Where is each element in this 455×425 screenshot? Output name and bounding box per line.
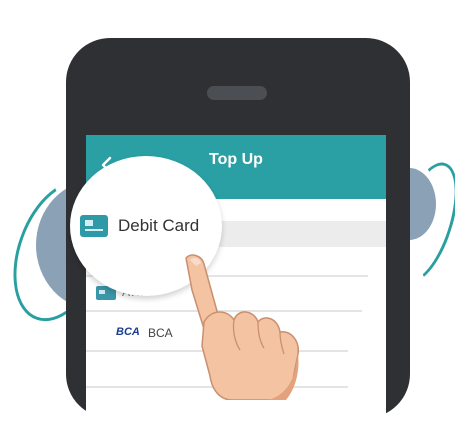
top-up-illustration: Top Up ATM BCA BCA Debit Card (0, 0, 455, 425)
bca-logo-icon: BCA (116, 326, 140, 338)
pointing-hand-icon (185, 254, 299, 400)
phone-speaker (207, 86, 267, 100)
debit-card-label: Debit Card (118, 216, 200, 235)
list-item-label-bca[interactable]: BCA (148, 326, 173, 340)
debit-card-icon (80, 215, 108, 237)
